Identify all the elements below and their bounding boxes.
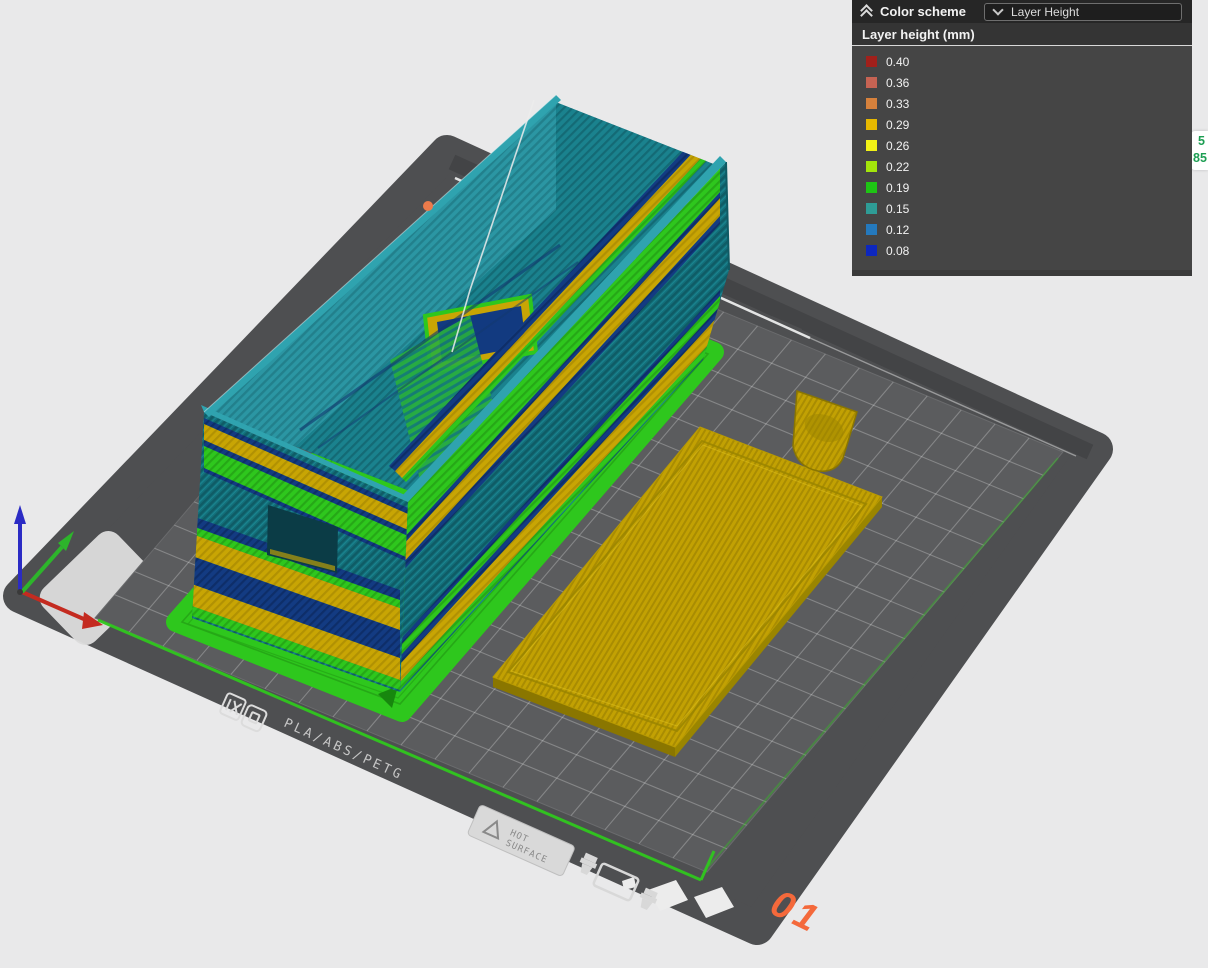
color-scheme-dropdown[interactable]: Layer Height <box>984 2 1182 21</box>
legend-swatch <box>866 98 877 109</box>
layer-slider-tooltip: 5 85 <box>1191 131 1208 170</box>
legend-item: 0.29 <box>852 114 1192 135</box>
legend-item: 0.33 <box>852 93 1192 114</box>
legend-swatch <box>866 119 877 130</box>
seam-dot <box>423 201 433 211</box>
legend-item: 0.08 <box>852 240 1192 261</box>
legend-list: 0.40 0.36 0.33 0.29 0.26 0.22 0.19 0.15 … <box>852 46 1192 270</box>
legend-swatch <box>866 77 877 88</box>
slicer-preview-viewport: PLA/ABS/PETG HOT SURFACE 01 Color scheme… <box>0 0 1208 968</box>
panel-footer <box>852 270 1192 276</box>
chevron-down-icon <box>992 4 1004 16</box>
legend-item: 0.19 <box>852 177 1192 198</box>
color-scheme-header: Color scheme Layer Height <box>852 0 1192 23</box>
dropdown-value: Layer Height <box>1011 4 1080 19</box>
legend-swatch <box>866 203 877 214</box>
collapse-icon[interactable] <box>860 3 873 22</box>
color-scheme-panel: Color scheme Layer Height Layer height (… <box>852 0 1192 276</box>
legend-item: 0.26 <box>852 135 1192 156</box>
legend-item: 0.40 <box>852 51 1192 72</box>
legend-swatch <box>866 224 877 235</box>
legend-item: 0.22 <box>852 156 1192 177</box>
legend-swatch <box>866 56 877 67</box>
legend-item: 0.36 <box>852 72 1192 93</box>
legend-section-header: Layer height (mm) <box>852 23 1192 46</box>
tooltip-value-top: 5 <box>1198 134 1205 148</box>
legend-item: 0.15 <box>852 198 1192 219</box>
legend-swatch <box>866 161 877 172</box>
legend-swatch <box>866 182 877 193</box>
color-scheme-title: Color scheme <box>880 4 966 19</box>
legend-item: 0.12 <box>852 219 1192 240</box>
legend-swatch <box>866 245 877 256</box>
legend-swatch <box>866 140 877 151</box>
tooltip-value-bottom: 85 <box>1193 151 1207 165</box>
